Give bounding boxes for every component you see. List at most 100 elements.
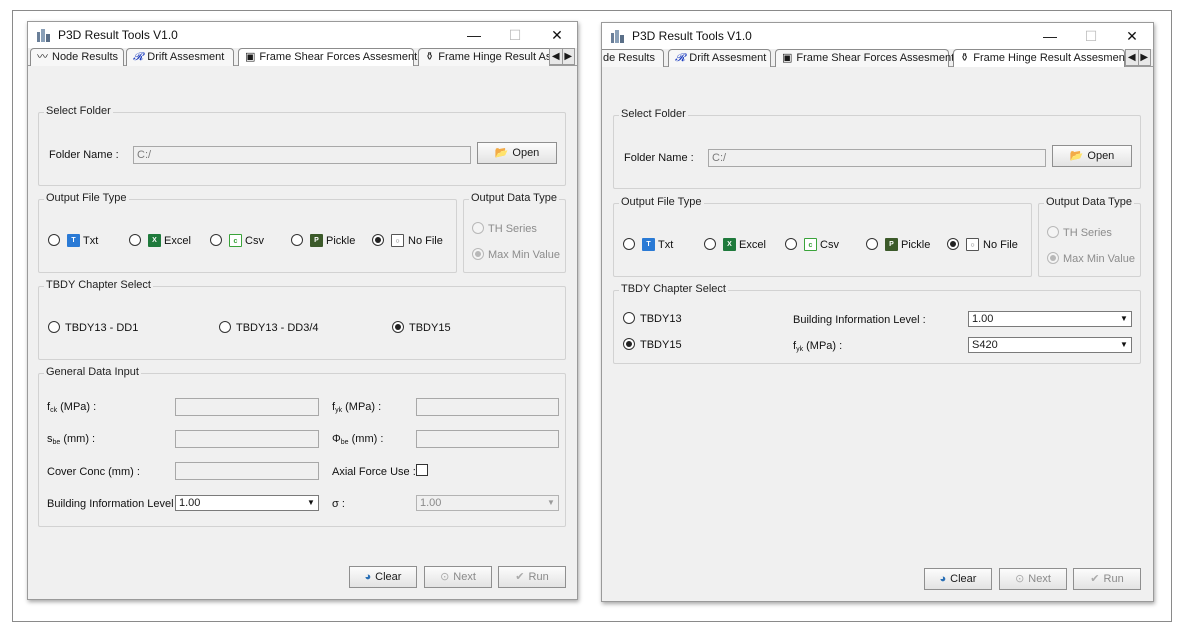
- maximize-button[interactable]: ☐: [497, 24, 533, 46]
- radio-tbdy13-dd34[interactable]: [219, 321, 231, 333]
- next-button[interactable]: ⊙ Next: [424, 566, 492, 588]
- radio-tbdy15[interactable]: [392, 321, 404, 333]
- radio-th-series[interactable]: [1047, 226, 1059, 238]
- tab-label: Drift Assesment: [147, 51, 225, 63]
- radio-tbdy13-dd1[interactable]: [48, 321, 60, 333]
- txt-file-icon: T: [642, 238, 655, 251]
- folder-name-field[interactable]: C:/: [708, 149, 1046, 167]
- open-button[interactable]: 📂 Open: [477, 142, 557, 164]
- tab-label: Frame Hinge Result Asse: [438, 51, 549, 63]
- radio-csv[interactable]: [210, 234, 222, 246]
- chevron-down-icon: ▼: [1120, 314, 1128, 323]
- radio-max-min[interactable]: [1047, 252, 1059, 264]
- group-title: TBDY Chapter Select: [619, 283, 728, 295]
- tab-bar: de Results 𝓡 Drift Assesment ▣ Frame Shear…: [602, 49, 1153, 67]
- scroll-left-button[interactable]: ◀: [550, 49, 562, 64]
- fyk-field[interactable]: [416, 398, 559, 416]
- clear-button[interactable]: ◕ Clear: [924, 568, 992, 590]
- building-info-level-select[interactable]: 1.00 ▼: [968, 311, 1132, 327]
- radio-label-max-min: Max Min Value: [488, 249, 560, 261]
- close-button[interactable]: ✕: [1114, 25, 1150, 47]
- excel-file-icon: X: [148, 234, 161, 247]
- building-info-level-select[interactable]: 1.00 ▼: [175, 495, 319, 511]
- phibe-field[interactable]: [416, 430, 559, 448]
- sbe-field[interactable]: [175, 430, 319, 448]
- frame-icon: ▣: [782, 52, 793, 64]
- folder-name-field[interactable]: C:/: [133, 146, 471, 164]
- tab-node-results[interactable]: 〰 Node Results: [30, 48, 124, 66]
- minimize-button[interactable]: —: [1032, 25, 1068, 47]
- output-file-type-group: Output File Type T Txt X Excel c Csv P P…: [38, 192, 457, 273]
- radio-label-txt: Txt: [658, 239, 674, 251]
- left-window: P3D Result Tools V1.0 — ☐ ✕ 〰 Node Result…: [27, 21, 578, 600]
- close-button[interactable]: ✕: [539, 24, 575, 46]
- tab-frame-hinge[interactable]: ⚱ Frame Hinge Result Assesment: [953, 49, 1125, 67]
- clear-button[interactable]: ◕ Clear: [349, 566, 417, 588]
- next-label: Next: [453, 571, 476, 583]
- waveform-icon: 〰: [37, 51, 48, 63]
- general-data-group: General Data Input fck (MPa) : fyk (MPa)…: [38, 366, 566, 527]
- open-button[interactable]: 📂 Open: [1052, 145, 1132, 167]
- chevron-down-icon: ▼: [547, 498, 555, 507]
- folder-name-label: Folder Name :: [49, 149, 119, 161]
- radio-label-tbdy13-dd34: TBDY13 - DD3/4: [236, 322, 319, 334]
- scroll-right-button[interactable]: ▶: [1137, 50, 1151, 65]
- tab-label: Frame Shear Forces Assesment: [796, 52, 955, 64]
- radio-excel[interactable]: [704, 238, 716, 250]
- radio-pickle[interactable]: [866, 238, 878, 250]
- radio-label-tbdy15: TBDY15: [640, 339, 682, 351]
- excel-file-icon: X: [723, 238, 736, 251]
- run-button[interactable]: ✔ Run: [1073, 568, 1141, 590]
- fyk-label: fyk (MPa) :: [793, 340, 843, 353]
- next-label: Next: [1028, 573, 1051, 585]
- sigma-select[interactable]: 1.00 ▼: [416, 495, 559, 511]
- radio-no-file[interactable]: [947, 238, 959, 250]
- axial-force-checkbox[interactable]: [416, 464, 428, 476]
- app-logo-icon: [37, 29, 50, 42]
- radio-th-series[interactable]: [472, 222, 484, 234]
- hinge-icon: ⚱: [425, 51, 435, 63]
- tab-strip: de Results 𝓡 Drift Assesment ▣ Frame Shear…: [602, 49, 1125, 67]
- radio-max-min[interactable]: [472, 248, 484, 260]
- cover-conc-field[interactable]: [175, 462, 319, 480]
- radio-label-txt: Txt: [83, 235, 99, 247]
- tab-frame-shear-forces[interactable]: ▣ Frame Shear Forces Assesment: [775, 49, 954, 67]
- radio-label-pickle: Pickle: [326, 235, 356, 247]
- radio-no-file[interactable]: [372, 234, 384, 246]
- tab-label: Drift Assesment: [689, 52, 767, 64]
- right-window: P3D Result Tools V1.0 — ☐ ✕ de Results 𝓡…: [601, 22, 1154, 602]
- csv-file-icon: c: [804, 238, 817, 251]
- run-button[interactable]: ✔ Run: [498, 566, 566, 588]
- fck-label: fck (MPa) :: [47, 401, 97, 414]
- open-label: Open: [512, 147, 540, 159]
- output-data-type-group: Output Data Type TH Series Max Min Value: [1038, 196, 1141, 277]
- tab-drift-assesment[interactable]: 𝓡 Drift Assesment: [126, 48, 234, 66]
- radio-label-excel: Excel: [164, 235, 191, 247]
- radio-tbdy15[interactable]: [623, 338, 635, 350]
- next-button[interactable]: ⊙ Next: [999, 568, 1067, 590]
- scroll-right-button[interactable]: ▶: [561, 49, 575, 64]
- radio-excel[interactable]: [129, 234, 141, 246]
- maximize-button[interactable]: ☐: [1073, 25, 1109, 47]
- tab-node-results[interactable]: de Results: [602, 49, 664, 67]
- folder-open-icon: 📂: [494, 147, 509, 159]
- fyk-select[interactable]: S420 ▼: [968, 337, 1132, 353]
- group-title: Output Data Type: [469, 192, 560, 204]
- tab-frame-hinge[interactable]: ⚱Frame Hinge Result Asse: [418, 48, 549, 66]
- scroll-left-button[interactable]: ◀: [1126, 50, 1138, 65]
- chevron-down-icon: ▼: [1120, 340, 1128, 349]
- tab-label: Frame Shear Forces Assesment: [259, 51, 418, 63]
- radio-txt[interactable]: [623, 238, 635, 250]
- fck-field[interactable]: [175, 398, 319, 416]
- combo-value: 1.00: [972, 313, 994, 325]
- minimize-button[interactable]: —: [456, 24, 492, 46]
- folder-name-label: Folder Name :: [624, 152, 694, 164]
- radio-tbdy13[interactable]: [623, 312, 635, 324]
- run-label: Run: [1103, 573, 1124, 585]
- tab-frame-shear-forces[interactable]: ▣ Frame Shear Forces Assesment: [238, 48, 418, 66]
- radio-pickle[interactable]: [291, 234, 303, 246]
- radio-csv[interactable]: [785, 238, 797, 250]
- radio-txt[interactable]: [48, 234, 60, 246]
- phibe-label: Φbe (mm) :: [332, 433, 384, 446]
- tab-drift-assesment[interactable]: 𝓡 Drift Assesment: [668, 49, 771, 67]
